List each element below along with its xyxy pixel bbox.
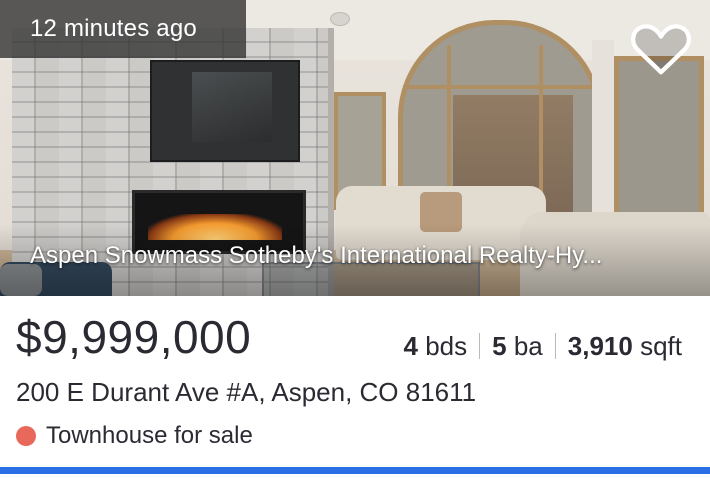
photo-tv [150, 60, 300, 162]
baths-stat: 5 ba [492, 328, 543, 364]
listing-card[interactable]: 12 minutes ago Aspen Snowmass Sotheby's … [0, 0, 710, 478]
accent-bar [0, 467, 710, 474]
heart-outline-icon[interactable] [630, 22, 692, 76]
time-ago-badge: 12 minutes ago [0, 0, 246, 58]
baths-value: 5 [492, 331, 507, 361]
beds-stat: 4 bds [404, 328, 468, 364]
listing-status: Townhouse for sale [16, 420, 253, 452]
sqft-stat: 3,910 sqft [568, 328, 682, 364]
status-label: Townhouse for sale [46, 422, 253, 449]
broker-name: Aspen Snowmass Sotheby's International R… [30, 242, 603, 269]
listing-address[interactable]: 200 E Durant Ave #A, Aspen, CO 81611 [16, 372, 476, 412]
stat-divider [479, 333, 481, 359]
stat-divider [554, 333, 556, 359]
status-dot [16, 426, 36, 446]
sqft-value: 3,910 [567, 331, 633, 361]
sqft-unit: sqft [640, 331, 682, 361]
listing-stats: 4 bds 5 ba 3,910 sqft [404, 328, 682, 364]
beds-unit: bds [425, 331, 468, 361]
listing-price: $9,999,000 [16, 311, 252, 363]
beds-value: 4 [403, 331, 418, 361]
photo-window-right [614, 56, 704, 232]
listing-photo[interactable]: 12 minutes ago Aspen Snowmass Sotheby's … [0, 0, 710, 296]
photo-transom [403, 85, 597, 89]
baths-unit: ba [513, 331, 543, 361]
photo-speaker [330, 12, 350, 26]
